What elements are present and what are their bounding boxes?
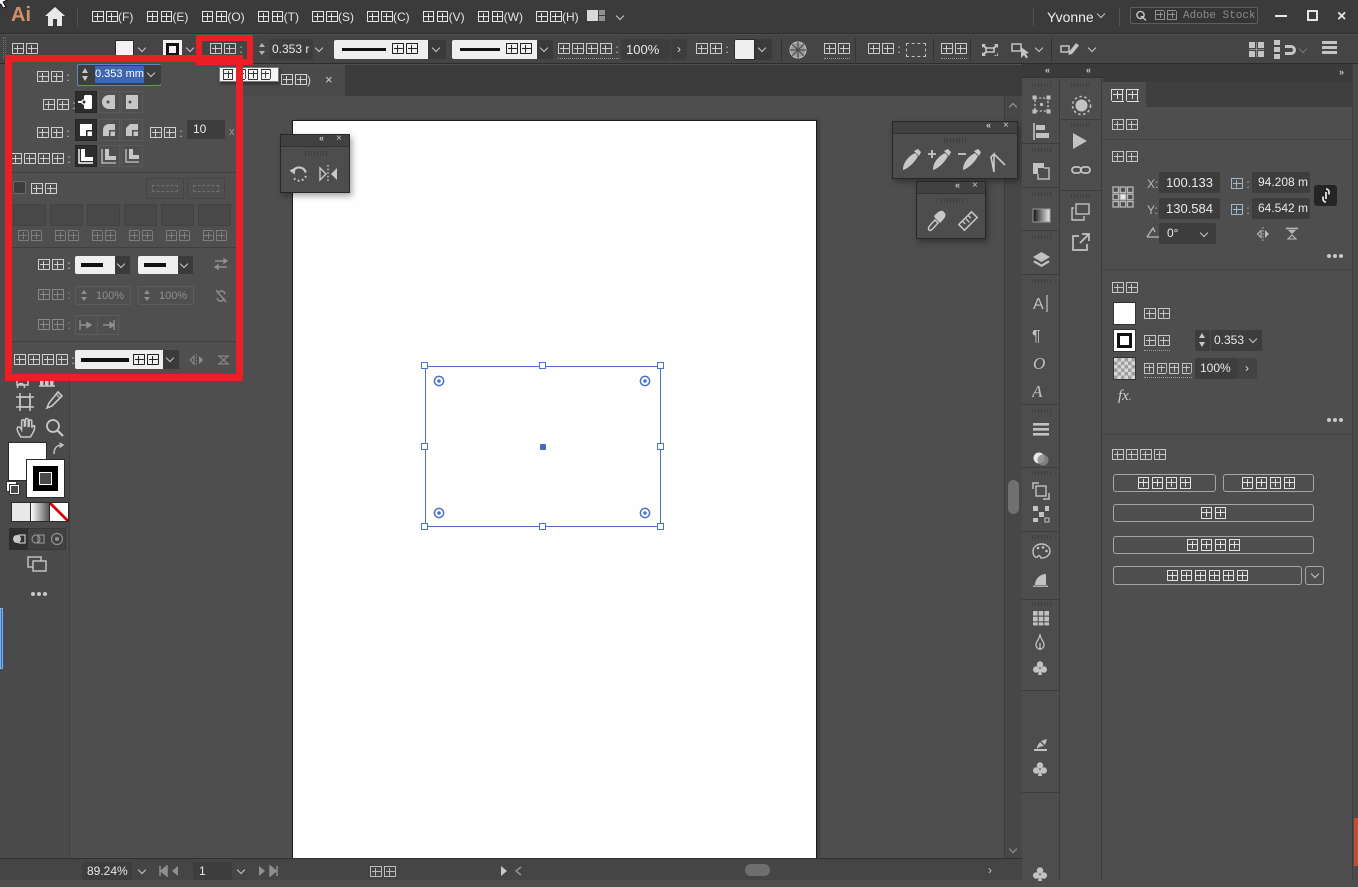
svg-text:O: O bbox=[1033, 354, 1045, 372]
svg-text:A: A bbox=[1032, 382, 1043, 400]
svg-text:A: A bbox=[1033, 296, 1044, 313]
svg-text:¶: ¶ bbox=[1032, 328, 1041, 344]
